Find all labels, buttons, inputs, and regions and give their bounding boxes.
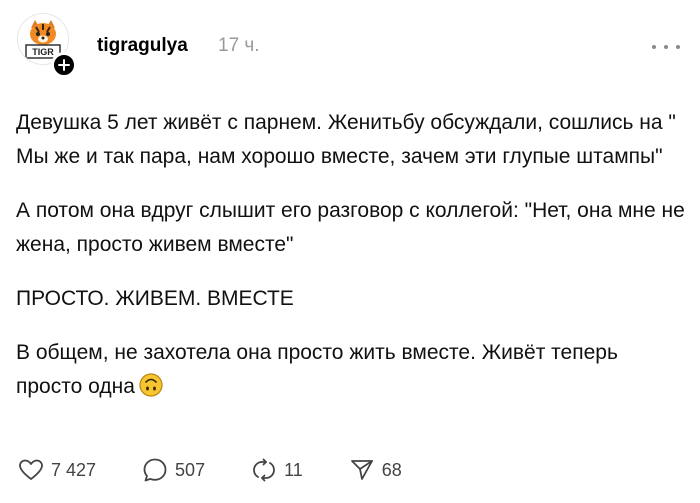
comment-button[interactable]: 507 (142, 457, 205, 483)
more-dot-icon (652, 45, 656, 49)
plus-icon (58, 59, 70, 71)
send-icon (350, 460, 373, 480)
post-paragraph: Девушка 5 лет живёт с парнем. Женитьбу о… (16, 111, 676, 168)
like-count: 7 427 (51, 459, 97, 480)
comment-icon (143, 458, 167, 482)
repost-count: 11 (284, 459, 303, 480)
more-options-button[interactable] (652, 38, 680, 56)
repost-icon (253, 458, 275, 482)
post-body: Девушка 5 лет живёт с парнем. Женитьбу о… (16, 106, 686, 424)
post-paragraph: А потом она вдруг слышит его разговор с … (16, 199, 685, 256)
action-bar: 7 427 507 11 68 (18, 456, 448, 484)
post-paragraph-text: В общем, не захотела она просто жить вме… (16, 341, 618, 398)
username[interactable]: tigragulya (97, 35, 188, 57)
heart-icon (19, 459, 43, 480)
follow-button[interactable] (51, 52, 77, 78)
post-header: TIGR tigragulya 17 ч. (0, 0, 700, 96)
like-button[interactable]: 7 427 (18, 458, 96, 482)
share-button[interactable]: 68 (349, 457, 402, 483)
more-dot-icon (664, 45, 668, 49)
post-paragraph-last: В общем, не захотела она просто жить вме… (16, 336, 686, 404)
avatar-text: TIGR (32, 47, 54, 57)
repost-button[interactable]: 11 (251, 457, 303, 483)
timestamp: 17 ч. (218, 35, 260, 56)
comment-count: 507 (175, 459, 206, 480)
more-dot-icon (676, 45, 680, 49)
share-count: 68 (381, 459, 402, 480)
upside-down-face-emoji-icon (139, 373, 163, 397)
post-paragraph: ПРОСТО. ЖИВЕМ. ВМЕСТЕ (16, 287, 294, 310)
